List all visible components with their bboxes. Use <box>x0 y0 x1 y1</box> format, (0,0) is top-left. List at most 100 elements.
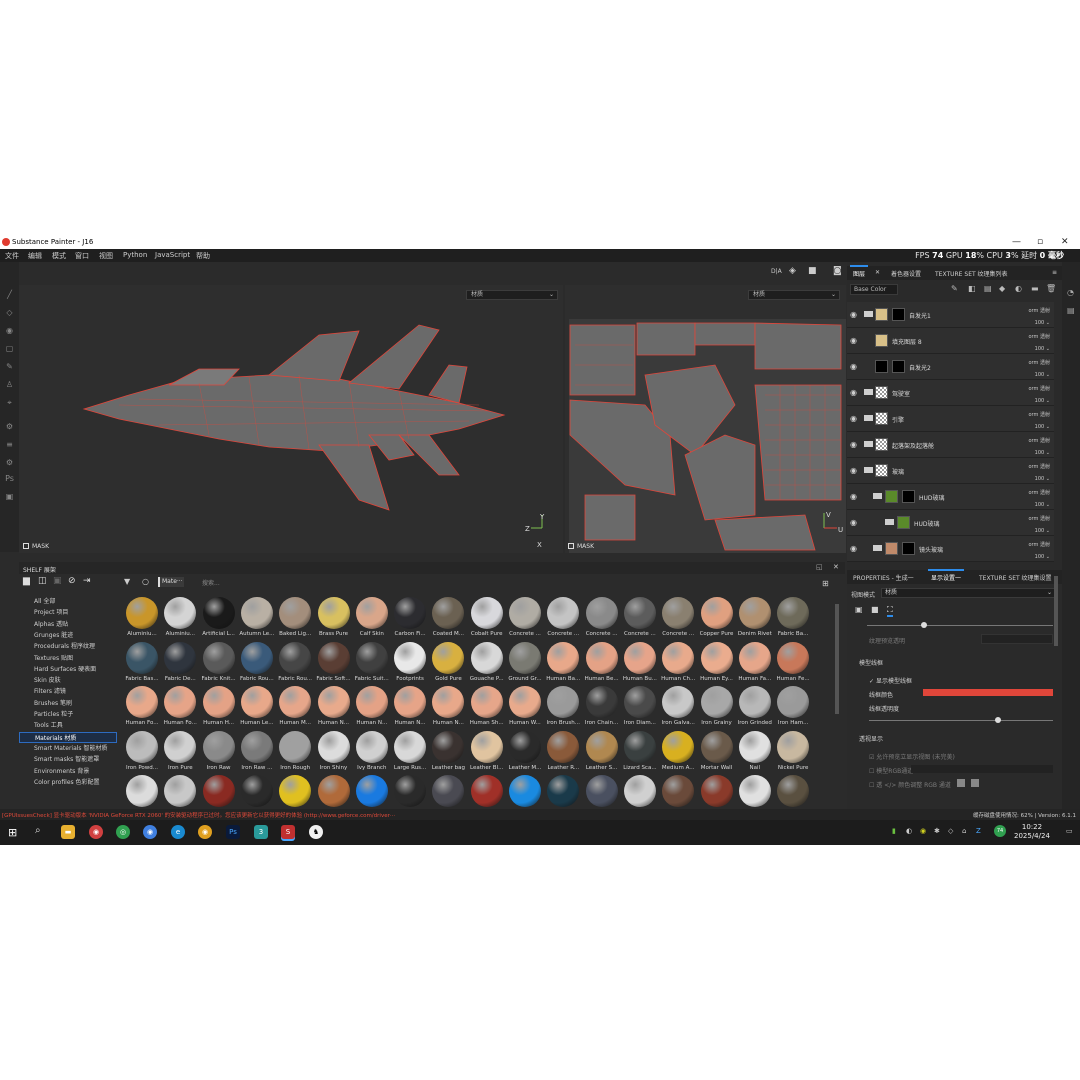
view-mode-select[interactable]: 材质 ⌄ <box>881 588 1056 598</box>
substance-painter-icon[interactable]: S <box>281 825 295 839</box>
layer-opacity[interactable]: 100 <box>1035 502 1045 508</box>
transparency-option-1[interactable]: ☑ 允许预览立显示视图 (未完美) <box>869 752 955 761</box>
viewport-3d[interactable]: 材质 ⌄ Y Z X MASK <box>19 285 563 553</box>
menu-edit[interactable]: 编辑 <box>28 251 42 261</box>
history-icon[interactable]: ◔ <box>1067 288 1074 297</box>
material-thumbnail[interactable]: Human Fo... <box>123 686 161 730</box>
shelf-category-item[interactable]: Environments 背景 <box>34 766 89 775</box>
material-thumbnail[interactable]: Concrete ... <box>506 597 544 641</box>
notification-badge[interactable]: 74 <box>994 825 1006 837</box>
shelf-category-item[interactable]: Smart Materials 智能材质 <box>34 743 107 752</box>
delete-layer-icon[interactable]: 🗑 <box>1046 284 1056 293</box>
layer-row[interactable]: ◉ HUD玻璃 orm 透射 100 ⌄ <box>847 510 1054 536</box>
layer-opacity[interactable]: 100 <box>1035 346 1045 352</box>
material-thumbnail[interactable]: Aluminiu... <box>161 597 199 641</box>
visibility-eye-icon[interactable]: ◉ <box>850 310 857 319</box>
material-thumbnail[interactable]: Large Rus... <box>391 730 429 775</box>
trash-icon[interactable]: ▣ <box>53 576 62 586</box>
material-thumbnail[interactable]: Denim Rivet <box>736 597 774 641</box>
import-icon[interactable]: ⇥ <box>83 576 91 586</box>
search-icon[interactable]: ⌕ <box>35 825 41 836</box>
geometry-mask-icon[interactable]: ▢ <box>5 344 14 353</box>
material-thumbnail[interactable]: Coated M... <box>429 597 467 641</box>
material-thumbnail[interactable]: Human W... <box>506 686 544 730</box>
edge-icon[interactable]: e <box>171 825 185 839</box>
rgb-swatch-1[interactable] <box>957 779 965 787</box>
material-thumbnail[interactable]: Mortar Wall <box>698 730 736 775</box>
panel-menu-icon[interactable]: ≡ <box>1052 269 1057 276</box>
close-icon[interactable]: ✕ <box>1061 237 1069 247</box>
material-thumbnail[interactable]: Baked Lig... <box>276 597 314 641</box>
tab-texture-set-list[interactable]: TEXTURE SET 纹理集列表 <box>935 269 1008 278</box>
tab-display-settings[interactable]: 显示设置一 <box>928 569 965 582</box>
material-thumbnail[interactable]: Iron Grainy <box>698 686 736 730</box>
material-thumbnail[interactable]: Cobalt Pure <box>468 597 506 641</box>
channel-select[interactable]: Base Color <box>850 284 898 295</box>
chrome-icon[interactable]: ◉ <box>198 825 212 839</box>
material-thumbnail[interactable]: Iron Chain... <box>583 686 621 730</box>
layer-opacity[interactable]: 100 <box>1035 372 1045 378</box>
clock[interactable]: 10:22 2025/4/24 <box>1014 823 1050 841</box>
photoshop-icon[interactable]: Ps <box>226 825 240 839</box>
material-thumbnail[interactable]: Human Ey... <box>698 641 736 686</box>
layer-opacity[interactable]: 100 <box>1035 528 1045 534</box>
material-thumbnail[interactable]: Human Be... <box>583 641 621 686</box>
shelf-category-item[interactable]: Materials 材质 <box>19 731 117 743</box>
shelf-category-item[interactable]: Color profiles 色彩配置 <box>34 777 100 786</box>
material-thumbnail[interactable]: Iron Grinded <box>736 686 774 730</box>
layer-row[interactable]: ◉ 自发光1 orm 透射 100 ⌄ <box>847 302 1054 328</box>
material-thumbnail[interactable]: Iron Galva... <box>659 686 697 730</box>
material-thumbnail[interactable]: Leather R... <box>544 730 582 775</box>
visibility-eye-icon[interactable]: ◉ <box>850 518 857 527</box>
input-method-icon[interactable]: Z <box>976 827 981 835</box>
menu-mode[interactable]: 模式 <box>52 251 66 261</box>
projection-icon[interactable]: ◉ <box>5 326 14 335</box>
material-thumbnail[interactable]: Fabric De... <box>161 641 199 686</box>
material-thumbnail[interactable]: Human M... <box>276 686 314 730</box>
layer-row[interactable]: ◉ 起落架及起落舱 orm 透射 100 ⌄ <box>847 432 1054 458</box>
grid-view-icon[interactable]: ⊞ <box>822 579 829 588</box>
transparency-option-3[interactable]: ☐ 透 </> 颜色调整 RGB 通道 <box>869 780 951 789</box>
photoshop-export-icon[interactable]: Ps <box>5 474 14 483</box>
settings-icon[interactable]: ⚙ <box>5 422 14 431</box>
visibility-eye-icon[interactable]: ◉ <box>850 336 857 345</box>
layer-row[interactable]: ◉ 引擎 orm 透射 100 ⌄ <box>847 406 1054 432</box>
materials-filter-chip[interactable]: Mate··· <box>158 577 184 587</box>
shelf-category-item[interactable]: Smart masks 智能遮罩 <box>34 754 99 763</box>
material-thumbnail[interactable]: Human Ch... <box>659 641 697 686</box>
tab-layers-close-icon[interactable]: ✕ <box>875 269 880 276</box>
wire-color-swatch[interactable] <box>923 689 1053 696</box>
material-thumbnail[interactable]: Iron Raw ... <box>238 730 276 775</box>
smudge-icon[interactable]: ✎ <box>5 362 14 371</box>
material-thumbnail[interactable]: Medium A... <box>659 730 697 775</box>
env-exposure-field[interactable] <box>981 634 1053 644</box>
material-thumbnail[interactable]: Human Fe... <box>774 641 812 686</box>
layer-opacity[interactable]: 100 <box>1035 424 1045 430</box>
material-thumbnail[interactable]: Concrete ... <box>621 597 659 641</box>
viewport-3d-mask[interactable]: MASK <box>23 543 49 550</box>
shelf-category-item[interactable]: Hard Surfaces 硬表面 <box>34 664 96 673</box>
menu-file[interactable]: 文件 <box>5 251 19 261</box>
shelf-scrollbar[interactable] <box>835 604 839 714</box>
float-icon[interactable]: ◱ <box>816 563 823 571</box>
material-thumbnail[interactable]: Lizard Sca... <box>621 730 659 775</box>
layer-opacity[interactable]: 100 <box>1035 320 1045 326</box>
windows-start-icon[interactable]: ⊞ <box>8 826 17 839</box>
notification-center-icon[interactable]: ▭ <box>1066 827 1073 835</box>
material-thumbnail[interactable]: Fabric Knit... <box>200 641 238 686</box>
visibility-eye-icon[interactable]: ◉ <box>850 440 857 449</box>
material-thumbnail[interactable]: Human Ba... <box>544 641 582 686</box>
layer-row[interactable]: ◉ 玻璃 orm 透射 100 ⌄ <box>847 458 1054 484</box>
material-thumbnail[interactable]: Fabric Rou... <box>238 641 276 686</box>
slider-handle[interactable] <box>921 622 927 628</box>
shelf-category-item[interactable]: Textures 贴图 <box>34 653 73 662</box>
material-thumbnail[interactable]: Fabric Soft... <box>315 641 353 686</box>
add-effect-icon[interactable]: ✎ <box>951 284 958 293</box>
transparency-option-2[interactable]: ☐ 模型RGB通道 <box>869 766 913 775</box>
tab-layers[interactable]: 图层 <box>850 265 869 278</box>
material-thumbnail[interactable]: Nail <box>736 730 774 775</box>
show-wireframe-checkbox[interactable]: ✓ 显示模型线框 <box>869 676 912 685</box>
material-thumbnail[interactable]: Leather Bl... <box>468 730 506 775</box>
view-2d3d-icon[interactable]: D|A <box>771 268 782 275</box>
shelf-category-item[interactable]: Procedurals 程序纹理 <box>34 641 95 650</box>
